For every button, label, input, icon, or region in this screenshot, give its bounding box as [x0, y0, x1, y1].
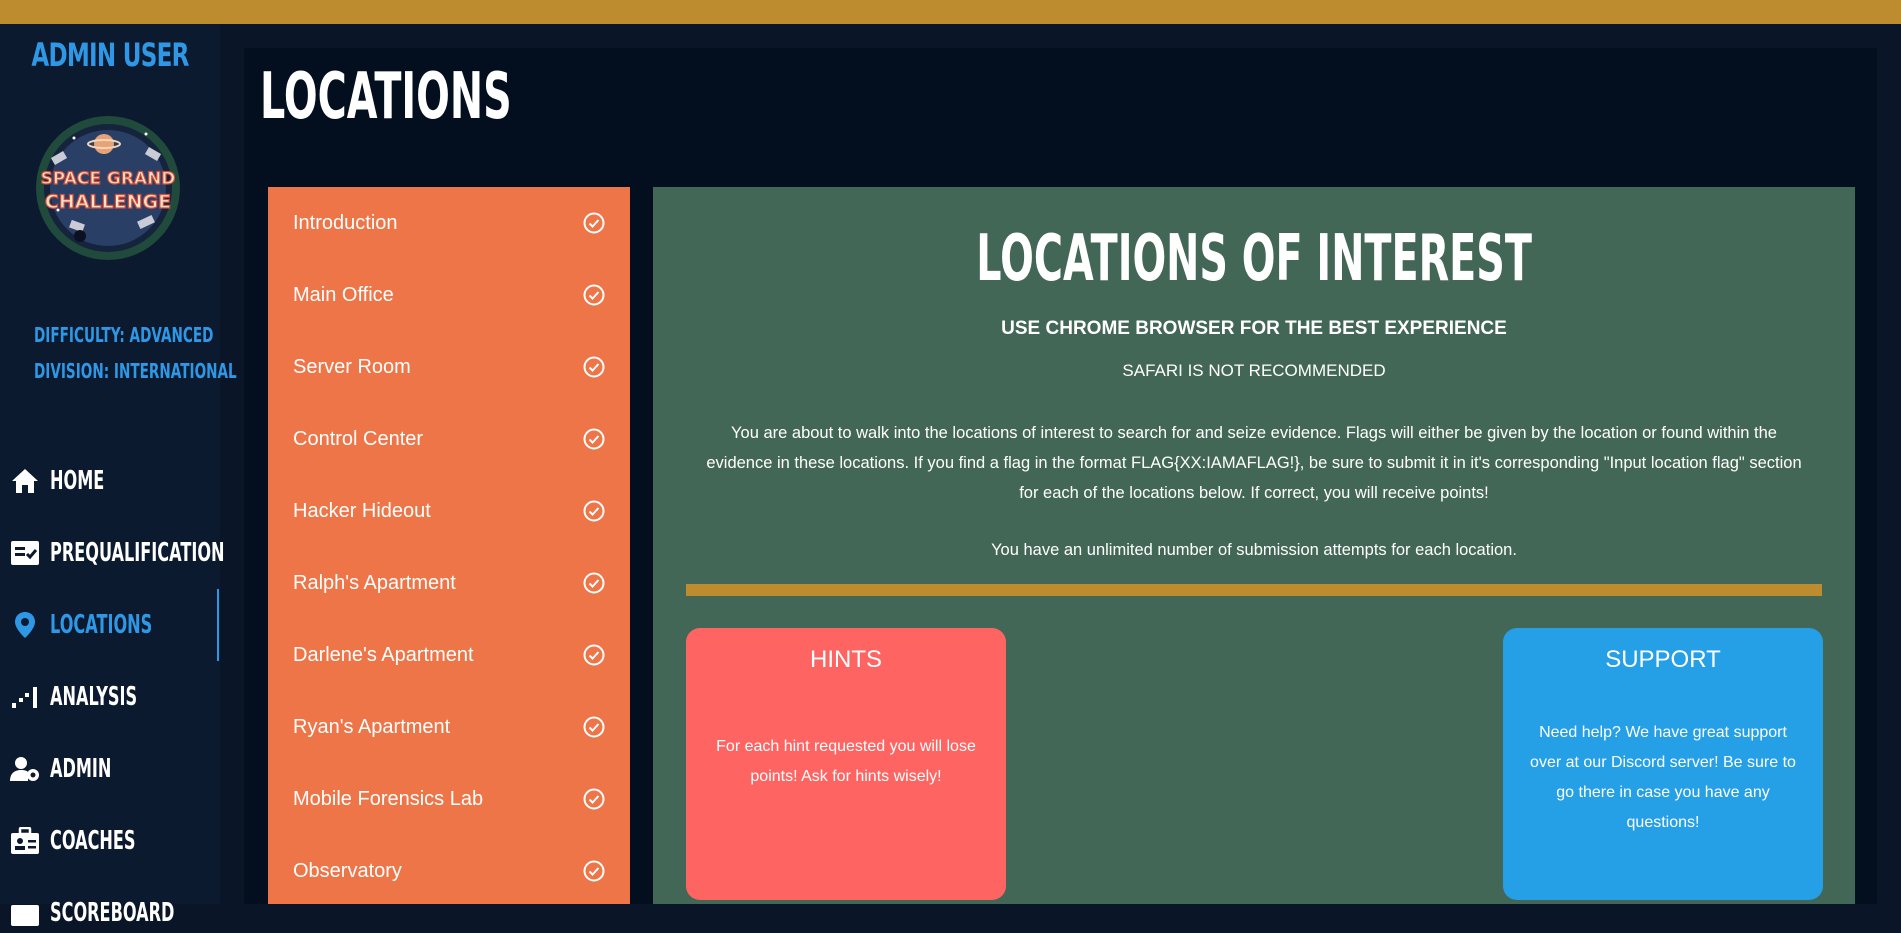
top-accent-bar	[0, 0, 1901, 24]
nav-scoreboard-label: SCOREBOARD	[50, 898, 175, 928]
location-item-hacker-hideout[interactable]: Hacker Hideout	[268, 475, 630, 547]
nav-scoreboard[interactable]: SCOREBOARD	[0, 893, 220, 933]
scoreboard-icon	[10, 898, 40, 928]
hints-card: HINTS For each hint requested you will l…	[686, 628, 1006, 900]
support-body: Need help? We have great support over at…	[1530, 724, 1796, 831]
division-label: DIVISION: INTERNATIONAL	[34, 359, 237, 383]
check-circle-icon	[583, 356, 605, 378]
location-item-ralphs-apartment[interactable]: Ralph's Apartment	[268, 547, 630, 619]
analysis-icon	[10, 682, 40, 712]
intro-paragraph: You are about to walk into the locations…	[706, 424, 1802, 502]
id-badge-icon	[10, 826, 40, 856]
checklist-icon	[10, 538, 40, 568]
support-title: SUPPORT	[1605, 646, 1721, 673]
panel-title: LOCATIONS OF INTEREST	[653, 222, 1855, 296]
logo-text-line1: SPACE GRAND	[41, 169, 176, 189]
location-item-mobile-forensics-lab[interactable]: Mobile Forensics Lab	[268, 763, 630, 835]
home-icon	[10, 466, 40, 496]
location-name: Mobile Forensics Lab	[293, 787, 484, 810]
check-circle-icon	[583, 212, 605, 234]
nav-locations[interactable]: LOCATIONS	[0, 605, 220, 645]
nav-coaches[interactable]: COACHES	[0, 821, 220, 861]
location-name: Server Room	[293, 355, 411, 378]
check-circle-icon	[583, 788, 605, 810]
location-name: Hacker Hideout	[293, 499, 431, 522]
user-gear-icon	[10, 754, 40, 784]
safari-note: SAFARI IS NOT RECOMMENDED	[1122, 361, 1386, 380]
location-item-main-office[interactable]: Main Office	[268, 259, 630, 331]
hints-body: For each hint requested you will lose po…	[716, 738, 976, 785]
location-name: Ryan's Apartment	[293, 715, 451, 738]
check-circle-icon	[583, 644, 605, 666]
location-item-observatory[interactable]: Observatory	[268, 835, 630, 907]
user-name: ADMIN USER	[31, 36, 189, 74]
map-pin-icon	[10, 610, 40, 640]
nav-analysis[interactable]: ANALYSIS	[0, 677, 220, 717]
location-item-darlenes-apartment[interactable]: Darlene's Apartment	[268, 619, 630, 691]
locations-list: Introduction Main Office Server Room Con…	[268, 187, 630, 904]
difficulty-label: DIFFICULTY: ADVANCED	[34, 323, 214, 347]
location-item-introduction[interactable]: Introduction	[268, 187, 630, 259]
location-name: Control Center	[293, 427, 424, 450]
logo-text-line2: CHALLENGE	[45, 191, 171, 213]
check-circle-icon	[583, 572, 605, 594]
section-divider	[686, 584, 1822, 596]
location-name: Ralph's Apartment	[293, 571, 456, 594]
location-name: Introduction	[293, 211, 398, 234]
check-circle-icon	[583, 284, 605, 306]
location-name: Main Office	[293, 283, 394, 306]
space-grand-challenge-logo: SPACE GRAND CHALLENGE	[36, 116, 180, 260]
nav-home-label: HOME	[50, 466, 105, 496]
check-circle-icon	[583, 428, 605, 450]
hints-title: HINTS	[810, 646, 882, 673]
nav-locations-label: LOCATIONS	[50, 610, 153, 640]
nav-prequalification-label: PREQUALIFICATION	[50, 538, 225, 568]
location-name: Darlene's Apartment	[293, 643, 474, 666]
location-name: Observatory	[293, 859, 402, 882]
panel-title-text: LOCATIONS OF INTEREST	[976, 222, 1532, 296]
nav-analysis-label: ANALYSIS	[50, 682, 138, 712]
location-item-control-center[interactable]: Control Center	[268, 403, 630, 475]
check-circle-icon	[583, 500, 605, 522]
nav-home[interactable]: HOME	[0, 461, 220, 501]
attempts-note: You have an unlimited number of submissi…	[991, 541, 1517, 559]
check-circle-icon	[583, 716, 605, 738]
check-circle-icon	[583, 860, 605, 882]
support-card: SUPPORT Need help? We have great support…	[1503, 628, 1823, 900]
nav-admin-label: ADMIN	[50, 754, 112, 784]
nav-coaches-label: COACHES	[50, 826, 136, 856]
active-nav-indicator	[217, 589, 219, 661]
page-title: LOCATIONS	[260, 60, 512, 134]
nav-admin[interactable]: ADMIN	[0, 749, 220, 789]
location-item-server-room[interactable]: Server Room	[268, 331, 630, 403]
location-item-ryans-apartment[interactable]: Ryan's Apartment	[268, 691, 630, 763]
browser-recommendation: USE CHROME BROWSER FOR THE BEST EXPERIEN…	[1001, 318, 1507, 339]
nav-prequalification[interactable]: PREQUALIFICATION	[0, 533, 225, 573]
